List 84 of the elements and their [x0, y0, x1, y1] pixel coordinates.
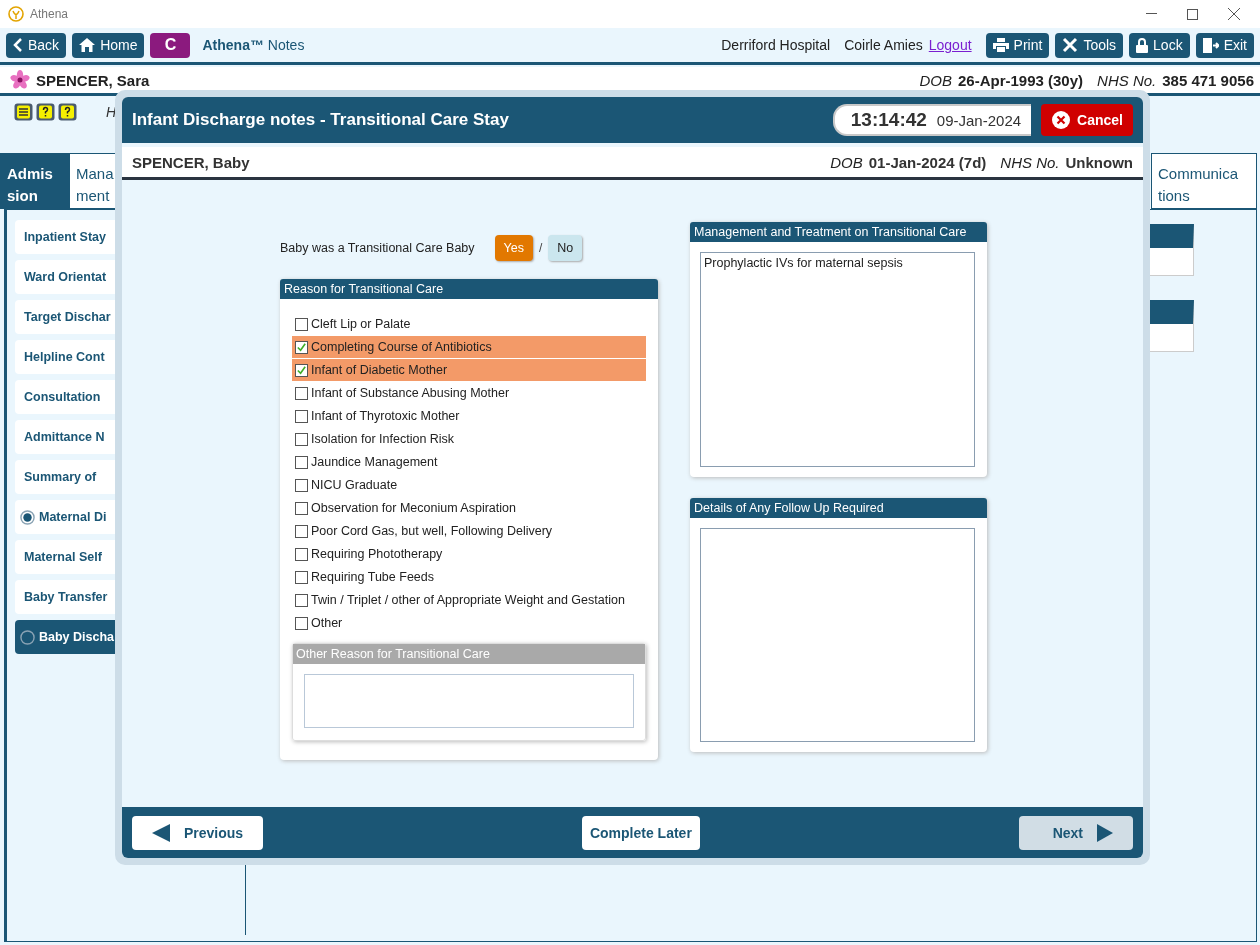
- checkbox-row[interactable]: Requiring Phototherapy: [292, 543, 646, 565]
- tools-button[interactable]: Tools: [1055, 32, 1124, 58]
- dob-value: 26-Apr-1993 (30y): [958, 71, 1084, 89]
- checkbox-row[interactable]: Infant of Thyrotoxic Mother: [292, 405, 646, 427]
- nhs-label: NHS No.: [1097, 71, 1157, 89]
- window-title: Athena: [30, 7, 69, 21]
- checkbox-row[interactable]: Other: [292, 612, 646, 634]
- dob-value: 01-Jan-2024 (7d): [868, 153, 987, 171]
- checkbox-row[interactable]: Completing Course of Antibiotics: [292, 336, 646, 358]
- date-text: 09-Jan-2024: [936, 111, 1022, 129]
- checkbox: [295, 409, 308, 423]
- follow-up-field[interactable]: [700, 528, 975, 742]
- exit-icon: [1202, 37, 1219, 53]
- chevron-left-icon: [13, 38, 23, 52]
- site-name: Derriford Hospital: [721, 37, 831, 53]
- management-field[interactable]: Prophylactic IVs for maternal sepsis: [700, 252, 975, 467]
- checkbox-row[interactable]: Infant of Diabetic Mother: [292, 359, 646, 381]
- checkbox: [295, 478, 308, 492]
- checkbox-row[interactable]: NICU Graduate: [292, 474, 646, 496]
- checkbox-row[interactable]: Requiring Tube Feeds: [292, 566, 646, 588]
- lock-icon: [1136, 37, 1149, 53]
- checkbox-checked-icon: [295, 363, 308, 377]
- app-logo-icon: [8, 6, 24, 22]
- checkbox: [295, 455, 308, 469]
- checkbox-row[interactable]: Infant of Substance Abusing Mother: [292, 382, 646, 404]
- checkbox: [295, 547, 308, 561]
- list-help-icon[interactable]: [14, 103, 33, 121]
- checkbox-row[interactable]: Twin / Triplet / other of Appropriate Weight and Gestation: [292, 589, 646, 611]
- app-name: Athena™ Notes: [202, 37, 305, 53]
- checkbox: [295, 593, 308, 607]
- question-label: Baby was a Transitional Care Baby: [280, 241, 475, 255]
- card-title: Reason for Transitional Care: [280, 279, 658, 299]
- nhs-value: Unknown: [1065, 153, 1133, 171]
- other-reason-field[interactable]: [304, 674, 634, 728]
- checkbox-row[interactable]: Jaundice Management: [292, 451, 646, 473]
- printer-icon: [992, 38, 1009, 52]
- previous-button[interactable]: Previous: [132, 815, 264, 850]
- checkbox: [295, 501, 308, 515]
- nhs-value: 385 471 9056: [1162, 71, 1254, 89]
- help-icon[interactable]: [36, 103, 55, 121]
- back-button[interactable]: Back: [6, 32, 67, 58]
- cancel-button[interactable]: Cancel: [1041, 104, 1133, 136]
- dialog-title: Infant Discharge notes - Transitional Care Stay: [132, 110, 509, 130]
- flower-icon: [10, 70, 30, 90]
- print-button[interactable]: Print: [985, 32, 1050, 58]
- close-icon: [1051, 110, 1072, 130]
- card-title: Management and Treatment on Transitional Care: [690, 222, 987, 242]
- triangle-left-icon: [152, 823, 170, 842]
- triangle-right-icon: [1097, 823, 1113, 842]
- close-icon[interactable]: [1228, 8, 1240, 20]
- checkbox: [295, 432, 308, 446]
- checkbox-row[interactable]: Cleft Lip or Palate: [292, 313, 646, 335]
- lock-button[interactable]: Lock: [1129, 32, 1190, 58]
- dob-label: DOB: [919, 71, 952, 89]
- exit-button[interactable]: Exit: [1195, 32, 1254, 58]
- checkbox-row[interactable]: Observation for Meconium Aspiration: [292, 497, 646, 519]
- baby-name: SPENCER, Baby: [132, 153, 250, 171]
- tab[interactable]: Communica tions: [1151, 153, 1257, 209]
- maximize-icon[interactable]: [1187, 8, 1198, 20]
- checkbox: [295, 317, 308, 331]
- nhs-label: NHS No.: [1000, 153, 1060, 171]
- checkbox-row[interactable]: Poor Cord Gas, but well, Following Delivery: [292, 520, 646, 542]
- checkbox-checked-icon: [295, 340, 308, 354]
- checkbox-row[interactable]: Isolation for Infection Risk: [292, 428, 646, 450]
- dob-label: DOB: [830, 153, 863, 171]
- help-icon[interactable]: [58, 103, 77, 121]
- app-button[interactable]: C: [150, 32, 191, 58]
- checkbox: [295, 524, 308, 538]
- logout-link[interactable]: Logout: [928, 37, 972, 53]
- checkbox: [295, 616, 308, 630]
- option-button[interactable]: No: [548, 235, 583, 261]
- checkbox: [295, 570, 308, 584]
- card-title: Other Reason for Transitional Care: [293, 644, 645, 664]
- time-text: 13:14:42: [850, 109, 927, 131]
- checkbox: [295, 386, 308, 400]
- complete-later-button[interactable]: Complete Later: [581, 815, 700, 850]
- patient-name: SPENCER, Sara: [36, 71, 150, 89]
- minimize-icon[interactable]: [1146, 13, 1157, 15]
- separator-text: /: [538, 241, 543, 255]
- home-icon: [79, 38, 96, 52]
- user-name: Coirle Amies: [844, 37, 923, 53]
- home-button[interactable]: Home: [72, 32, 145, 58]
- tab[interactable]: Admis sion: [0, 153, 69, 209]
- card-title: Details of Any Follow Up Required: [690, 498, 987, 518]
